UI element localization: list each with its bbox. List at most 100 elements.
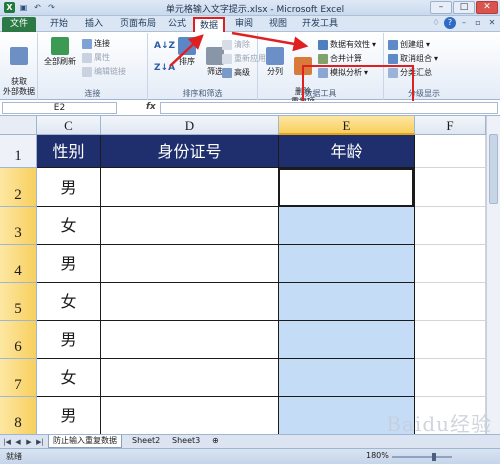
- cell-f1[interactable]: [415, 135, 486, 168]
- column-header-f[interactable]: F: [415, 116, 486, 135]
- column-header-c[interactable]: C: [37, 116, 101, 135]
- group-sort-filter: A↓Z Z↓A 排序 筛选 清除 重新应用 高级 排序和筛选: [148, 33, 266, 100]
- fx-icon[interactable]: fx: [146, 102, 156, 112]
- save-icon[interactable]: ▣: [18, 2, 29, 13]
- row-header-6[interactable]: 6: [0, 321, 37, 359]
- cell-d4[interactable]: [101, 245, 279, 283]
- row-header-1[interactable]: 1: [0, 135, 37, 168]
- cell-e5[interactable]: [279, 283, 415, 321]
- cell-d5[interactable]: [101, 283, 279, 321]
- connections-button[interactable]: 连接: [82, 38, 110, 49]
- edit-links-button[interactable]: 编辑链接: [82, 66, 126, 77]
- data-validation-button[interactable]: 数据有效性 ▾: [318, 39, 376, 50]
- doc-restore-icon[interactable]: ▫: [472, 17, 484, 29]
- sort-ascending-button[interactable]: A↓Z: [154, 41, 175, 51]
- tab-review[interactable]: 审阅: [230, 17, 258, 32]
- cell-f7[interactable]: [415, 359, 486, 397]
- cell-f4[interactable]: [415, 245, 486, 283]
- redo-icon[interactable]: ↷: [46, 2, 57, 13]
- sheet-tab-1[interactable]: 防止输入重复数据: [48, 435, 122, 448]
- scrollbar-thumb[interactable]: [489, 134, 498, 204]
- refresh-all-button[interactable]: 全部刷新: [42, 37, 78, 67]
- help-icon[interactable]: ?: [444, 17, 456, 29]
- next-sheet-icon[interactable]: ▶: [24, 437, 34, 447]
- ungroup-button[interactable]: 取消组合 ▾: [388, 53, 438, 64]
- cell-e3[interactable]: [279, 207, 415, 245]
- cell-e4[interactable]: [279, 245, 415, 283]
- minimize-button[interactable]: –: [430, 1, 452, 14]
- sort-icon: [178, 37, 196, 55]
- sort-button[interactable]: 排序: [174, 37, 200, 67]
- cell-d3[interactable]: [101, 207, 279, 245]
- formula-input[interactable]: [160, 102, 498, 114]
- close-button[interactable]: ✕: [476, 1, 498, 14]
- insert-sheet-icon[interactable]: ⊕: [208, 435, 223, 448]
- row-header-2[interactable]: 2: [0, 168, 37, 207]
- sort-descending-button[interactable]: Z↓A: [154, 63, 175, 73]
- tab-developer[interactable]: 开发工具: [298, 17, 342, 32]
- cell-f6[interactable]: [415, 321, 486, 359]
- cell-e6[interactable]: [279, 321, 415, 359]
- tab-data[interactable]: 数据: [193, 17, 225, 32]
- zoom-level[interactable]: 180%: [366, 451, 389, 460]
- sheet-tab-3[interactable]: Sheet3: [168, 435, 204, 448]
- consolidate-button[interactable]: 合并计算: [318, 53, 362, 64]
- sheet-tab-2[interactable]: Sheet2: [128, 435, 164, 448]
- text-to-columns-button[interactable]: 分列: [262, 47, 288, 77]
- get-external-data-button[interactable]: 获取 外部数据: [3, 37, 35, 97]
- row-header-3[interactable]: 3: [0, 207, 37, 245]
- zoom-slider-knob[interactable]: [432, 453, 436, 461]
- vertical-scrollbar[interactable]: [486, 116, 500, 434]
- cell-f5[interactable]: [415, 283, 486, 321]
- row-header-4[interactable]: 4: [0, 245, 37, 283]
- row-header-5[interactable]: 5: [0, 283, 37, 321]
- clear-button[interactable]: 清除: [222, 39, 250, 50]
- cell-e7[interactable]: [279, 359, 415, 397]
- undo-icon[interactable]: ↶: [32, 2, 43, 13]
- zoom-slider[interactable]: [392, 453, 452, 461]
- cell-e2[interactable]: [279, 168, 415, 207]
- ribbon-help-controls: ♢ ? – ▫ ✕: [430, 17, 498, 29]
- prev-sheet-icon[interactable]: ◀: [13, 437, 23, 447]
- row-header-8[interactable]: 8: [0, 397, 37, 434]
- cell-c2[interactable]: 男: [37, 168, 101, 207]
- ribbon-collapse-icon[interactable]: ♢: [430, 17, 442, 29]
- tab-page-layout[interactable]: 页面布局: [114, 17, 162, 32]
- column-header-d[interactable]: D: [101, 116, 279, 135]
- cell-c7[interactable]: 女: [37, 359, 101, 397]
- column-header-e[interactable]: E: [279, 116, 415, 135]
- sheet-nav-buttons: |◀ ◀ ▶ ▶|: [2, 437, 45, 447]
- maximize-button[interactable]: □: [453, 1, 475, 14]
- cell-c5[interactable]: 女: [37, 283, 101, 321]
- header-cell-gender[interactable]: 性别: [37, 135, 101, 168]
- doc-minimize-icon[interactable]: –: [458, 17, 470, 29]
- tab-home[interactable]: 开始: [44, 17, 74, 32]
- cell-d8[interactable]: [101, 397, 279, 434]
- cell-d6[interactable]: [101, 321, 279, 359]
- tab-file[interactable]: 文件: [2, 17, 36, 32]
- cell-c6[interactable]: 男: [37, 321, 101, 359]
- header-cell-age[interactable]: 年龄: [279, 135, 415, 168]
- cell-d2[interactable]: [101, 168, 279, 207]
- select-all-corner[interactable]: [0, 116, 37, 135]
- header-cell-id-number[interactable]: 身份证号: [101, 135, 279, 168]
- tab-view[interactable]: 视图: [264, 17, 292, 32]
- group-button[interactable]: 创建组 ▾: [388, 39, 430, 50]
- last-sheet-icon[interactable]: ▶|: [35, 437, 45, 447]
- cell-c3[interactable]: 女: [37, 207, 101, 245]
- window-controls: – □ ✕: [430, 1, 498, 14]
- tab-formulas[interactable]: 公式: [164, 17, 190, 32]
- name-box[interactable]: E2: [2, 102, 117, 114]
- cell-c4[interactable]: 男: [37, 245, 101, 283]
- cell-f2[interactable]: [415, 168, 486, 207]
- ribbon: 获取 外部数据 全部刷新 连接 属性 编辑链接 连接 A↓Z Z↓A 排序 筛选…: [0, 33, 500, 117]
- first-sheet-icon[interactable]: |◀: [2, 437, 12, 447]
- tab-insert[interactable]: 插入: [80, 17, 108, 32]
- doc-close-icon[interactable]: ✕: [486, 17, 498, 29]
- advanced-button[interactable]: 高级: [222, 67, 250, 78]
- properties-button[interactable]: 属性: [82, 52, 110, 63]
- row-header-7[interactable]: 7: [0, 359, 37, 397]
- cell-f3[interactable]: [415, 207, 486, 245]
- cell-c8[interactable]: 男: [37, 397, 101, 434]
- cell-d7[interactable]: [101, 359, 279, 397]
